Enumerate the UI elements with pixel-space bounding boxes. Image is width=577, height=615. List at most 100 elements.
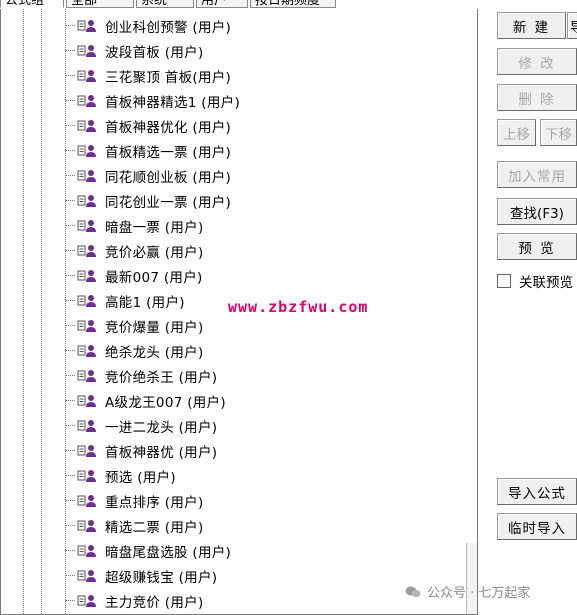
tree-item[interactable]: 波段首板 (用户) (65, 38, 204, 63)
tree-item[interactable]: 精选二票 (用户) (65, 513, 204, 538)
tree-connector (65, 600, 75, 601)
preview-button[interactable]: 预 览 (497, 233, 577, 260)
temp-import-button[interactable]: 临时导入 (497, 513, 577, 540)
tree-item-label: 绝杀龙头 (用户) (105, 344, 204, 361)
tree-connector (65, 450, 75, 451)
tab-user[interactable]: 用户 (196, 0, 248, 8)
tree-item[interactable]: 一进二龙头 (用户) (65, 413, 217, 438)
tree-item[interactable]: 竞价绝杀王 (用户) (65, 363, 217, 388)
tree-item[interactable]: 暗盘一票 (用户) (65, 213, 204, 238)
wechat-caption: 公众号 · 七万起家 (405, 582, 530, 601)
tree-item-label: 暗盘一票 (用户) (105, 219, 204, 236)
tree-item-label: 竞价必赢 (用户) (105, 244, 204, 261)
move-up-button[interactable]: 上移 (497, 119, 536, 146)
tree-item[interactable]: 主力竞价 (用户) (65, 588, 204, 613)
formula-user-icon (77, 343, 101, 359)
tab-formula-group[interactable]: 公式组 (0, 0, 64, 8)
tree-connector (65, 75, 75, 76)
tree-item-label: 重点排序 (用户) (105, 494, 204, 511)
formula-user-icon (77, 468, 101, 484)
tree-item[interactable]: 重点排序 (用户) (65, 488, 204, 513)
tree-item[interactable]: 创业科创预警 (用户) (65, 13, 231, 38)
tree-scrollbar[interactable] (466, 543, 477, 614)
formula-user-icon (77, 168, 101, 184)
tree-connector (65, 525, 75, 526)
tree-item[interactable]: 竞价爆量 (用户) (65, 313, 204, 338)
import-formula-button[interactable]: 导入公式 (497, 478, 577, 505)
tree-item[interactable]: 首板神器优化 (用户) (65, 113, 231, 138)
tree-connector (65, 150, 75, 151)
tree-connector (65, 50, 75, 51)
delete-button[interactable]: 删 除 (497, 84, 577, 111)
tree-guide-line (41, 9, 42, 614)
wechat-icon (405, 585, 421, 599)
tree-connector (65, 575, 75, 576)
formula-user-icon (77, 68, 101, 84)
new-button[interactable]: 新 建 (497, 12, 566, 39)
link-preview-label: 关联预览 (519, 275, 573, 291)
formula-user-icon (77, 568, 101, 584)
tree-item[interactable]: 竞价必赢 (用户) (65, 238, 204, 263)
tree-item[interactable]: 预选 (用户) (65, 463, 176, 488)
tree-item[interactable]: 绝杀龙头 (用户) (65, 338, 204, 363)
tree-item[interactable]: 同花顺创业板 (用户) (65, 163, 231, 188)
tree-connector (65, 225, 75, 226)
tree-connector (65, 325, 75, 326)
tab-by-date[interactable]: 按日期频度 (250, 0, 336, 8)
tree-connector (65, 100, 75, 101)
tree-item-label: 首板神器优化 (用户) (105, 119, 232, 136)
import-menu-button[interactable]: 导 (567, 12, 577, 39)
formula-user-icon (77, 143, 101, 159)
formula-user-icon (77, 543, 101, 559)
tree-item-label: 最新007 (用户) (105, 269, 203, 286)
tree-connector (65, 375, 75, 376)
tree-item-label: 超级赚钱宝 (用户) (105, 569, 218, 586)
tree-item[interactable]: A级龙王007 (用户) (65, 388, 226, 413)
tree-item-label: 首板神器精选1 (用户) (105, 94, 241, 111)
tree-connector (65, 400, 75, 401)
tree-connector (65, 250, 75, 251)
move-down-button[interactable]: 下移 (540, 119, 577, 146)
formula-user-icon (77, 193, 101, 209)
formula-user-icon (77, 418, 101, 434)
link-preview-checkbox[interactable]: 关联预览 (497, 271, 573, 291)
watermark: www.zbzfwu.com (228, 298, 369, 316)
tab-all[interactable]: 全部 (66, 0, 134, 8)
tree-item[interactable]: 首板精选一票 (用户) (65, 138, 231, 163)
tree-item-label: 一进二龙头 (用户) (105, 419, 218, 436)
formula-user-icon (77, 43, 101, 59)
formula-user-icon (77, 368, 101, 384)
tree-connector (65, 550, 75, 551)
tree-item[interactable]: 首板神器优 (用户) (65, 438, 217, 463)
find-button[interactable]: 查找(F3) (497, 198, 577, 225)
tree-item-label: 波段首板 (用户) (105, 44, 204, 61)
tree-guide-line (23, 9, 24, 614)
tree-connector (65, 500, 75, 501)
formula-user-icon (77, 118, 101, 134)
wechat-caption-text: 公众号 · 七万起家 (427, 586, 531, 601)
tree-item[interactable]: 同花创业一票 (用户) (65, 188, 231, 213)
tree-item[interactable]: 暗盘尾盘选股 (用户) (65, 538, 231, 563)
tree-connector (65, 350, 75, 351)
tree-item[interactable]: 高能1 (用户) (65, 288, 185, 313)
formula-user-icon (77, 393, 101, 409)
tree-item-label: 精选二票 (用户) (105, 519, 204, 536)
add-common-button[interactable]: 加入常用 (497, 161, 577, 188)
modify-button[interactable]: 修 改 (497, 48, 577, 75)
tree-item-label: 同花创业一票 (用户) (105, 194, 232, 211)
formula-user-icon (77, 493, 101, 509)
checkbox-box[interactable] (497, 274, 511, 288)
tree-connector (65, 125, 75, 126)
formula-user-icon (77, 318, 101, 334)
tree-item-label: A级龙王007 (用户) (105, 394, 226, 411)
tree-item-label: 同花顺创业板 (用户) (105, 169, 232, 186)
formula-user-icon (77, 443, 101, 459)
formula-user-icon (77, 218, 101, 234)
tree-item[interactable]: 首板神器精选1 (用户) (65, 88, 240, 113)
tab-system[interactable]: 系统 (136, 0, 194, 8)
tree-item-label: 三花聚顶 首板(用户) (105, 69, 232, 86)
tree-item[interactable]: 三花聚顶 首板(用户) (65, 63, 231, 88)
tree-item-label: 高能1 (用户) (105, 294, 185, 311)
tree-item[interactable]: 超级赚钱宝 (用户) (65, 563, 217, 588)
tree-item[interactable]: 最新007 (用户) (65, 263, 203, 288)
